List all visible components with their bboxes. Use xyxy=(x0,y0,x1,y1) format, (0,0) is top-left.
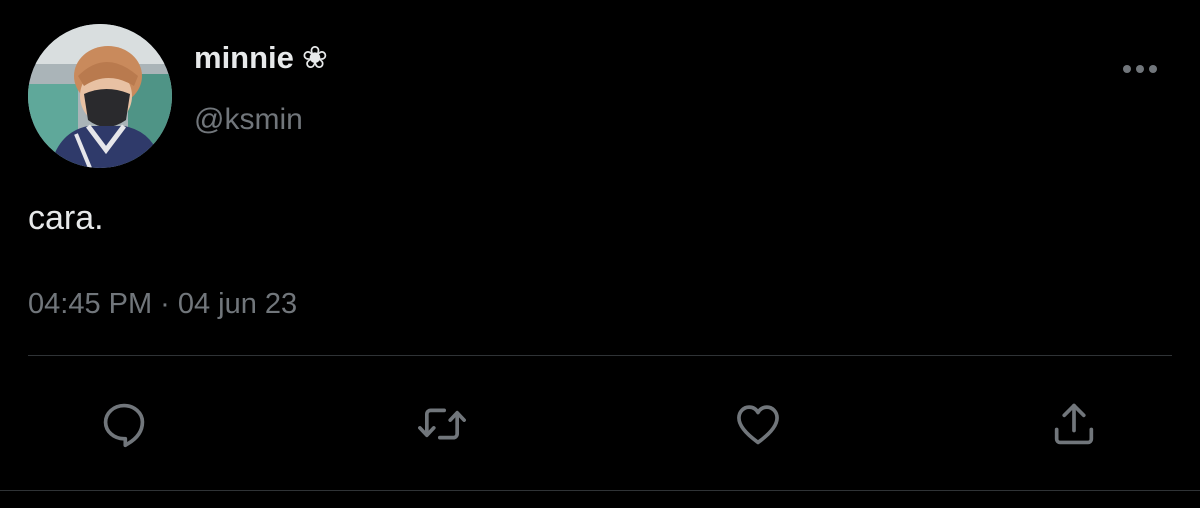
bottom-divider xyxy=(0,490,1200,491)
display-name-text: minnie xyxy=(194,40,294,75)
heart-icon xyxy=(737,405,779,445)
user-handle[interactable]: @ksmin xyxy=(194,100,303,140)
divider xyxy=(28,355,1172,356)
share-button[interactable] xyxy=(1046,396,1102,452)
share-icon xyxy=(1054,403,1094,445)
avatar[interactable] xyxy=(28,24,172,168)
reply-button[interactable] xyxy=(96,396,152,452)
tweet-card: minnie ❀ @ksmin cara. 04:45 PM · 04 jun 23 xyxy=(0,0,1200,508)
more-icon xyxy=(1123,65,1157,73)
retweet-icon xyxy=(418,408,466,440)
retweet-button[interactable] xyxy=(414,396,470,452)
flower-emoji: ❀ xyxy=(301,40,328,75)
tweet-text: cara. xyxy=(28,199,104,237)
like-button[interactable] xyxy=(730,396,786,452)
reply-icon xyxy=(103,403,145,448)
tweet-time: 04:45 PM xyxy=(28,288,153,320)
avatar-photo xyxy=(28,24,172,168)
more-button[interactable] xyxy=(1118,56,1162,82)
tweet-date: 04 jun 23 xyxy=(177,288,298,320)
display-name[interactable]: minnie ❀ xyxy=(194,38,328,78)
separator-dot: · xyxy=(160,288,170,320)
timestamp[interactable]: 04:45 PM · 04 jun 23 xyxy=(28,284,297,324)
